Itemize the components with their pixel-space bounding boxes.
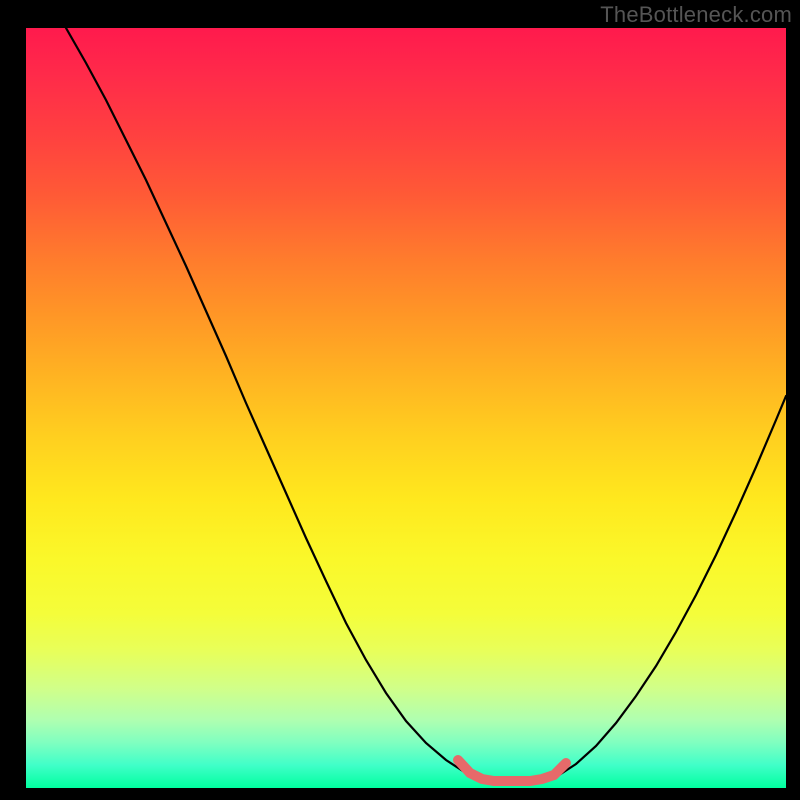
attribution-text: TheBottleneck.com [600, 2, 792, 28]
curve-svg [26, 28, 786, 788]
curve-highlight [458, 760, 566, 781]
gradient-plot-area [26, 28, 786, 788]
curve-left-segment [66, 28, 476, 778]
curve-right-segment [556, 396, 786, 777]
